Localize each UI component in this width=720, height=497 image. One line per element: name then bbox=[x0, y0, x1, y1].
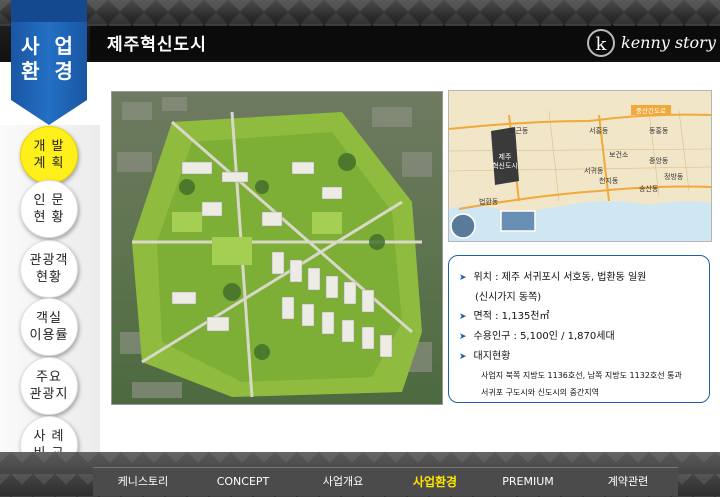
side-menu-development-plan[interactable]: 개 발 계 획 bbox=[20, 126, 78, 184]
side-menu-major-attractions[interactable]: 주요 관광지 bbox=[20, 357, 78, 415]
map-district-label: 천지동 bbox=[599, 176, 619, 185]
map-district-label: 보건소 bbox=[609, 150, 629, 159]
nav-tab-kennystory[interactable]: 케니스토리 bbox=[93, 467, 193, 496]
top-bar-pattern bbox=[0, 0, 720, 26]
side-menu-demographics[interactable]: 인 문 현 황 bbox=[20, 180, 78, 238]
info-population-row: ➤ 수용인구 : 5,100인 / 1,870세대 bbox=[459, 327, 701, 347]
map-district-label: 호근동 bbox=[509, 127, 529, 135]
aerial-rendering-image bbox=[111, 91, 443, 405]
map-district-label: 서홍동 bbox=[589, 126, 609, 135]
map-district-label: 송산동 bbox=[639, 184, 659, 193]
section-banner: 사 업 환 경 bbox=[11, 0, 87, 125]
info-location: 위치 : 제주 서귀포시 서호동, 법환동 일원 bbox=[473, 272, 647, 283]
bullet-arrow-icon: ➤ bbox=[459, 332, 467, 342]
section-label: 사 업 환 경 bbox=[21, 34, 77, 83]
info-population: 수용인구 : 5,100인 / 1,870세대 bbox=[473, 331, 615, 342]
nav-tab-business-environment[interactable]: 사업환경 bbox=[385, 467, 485, 496]
info-site-status-heading: 대지현황 bbox=[473, 351, 511, 362]
bullet-arrow-icon: ➤ bbox=[459, 312, 467, 322]
info-site-status-line2: 서귀포 구도시와 신도시의 중간지역 bbox=[481, 388, 600, 397]
bullet-arrow-icon: ➤ bbox=[459, 273, 467, 283]
map-district-label: 동홍동 bbox=[649, 126, 669, 135]
kenny-story-logo-icon[interactable]: k bbox=[587, 29, 615, 57]
kenny-story-logo-text[interactable]: kenny story bbox=[621, 33, 716, 52]
side-menu-room-occupancy[interactable]: 객실 이용률 bbox=[20, 298, 78, 356]
side-menu-tourist-status[interactable]: 관광객 현황 bbox=[20, 240, 78, 298]
nav-tab-concept[interactable]: CONCEPT bbox=[193, 467, 293, 496]
nav-tab-contract[interactable]: 계약관련 bbox=[578, 467, 678, 496]
info-area: 면적 : 1,135천㎡ bbox=[473, 311, 550, 322]
map-district-label: 법환동 bbox=[479, 197, 499, 206]
info-site-status-line1: 사업지 북쪽 지방도 1136호선, 남쪽 지방도 1132호선 통과 bbox=[481, 371, 682, 380]
page-title: 제주혁신도시 bbox=[107, 35, 207, 55]
project-info-box: ➤ 위치 : 제주 서귀포시 서호동, 법환동 일원 (신시가지 동쪽) ➤ 면적 … bbox=[448, 255, 710, 403]
info-site-status-row: ➤ 대지현황 bbox=[459, 347, 701, 367]
map-district-label: 서귀동 bbox=[584, 166, 604, 175]
bullet-arrow-icon: ➤ bbox=[459, 352, 467, 362]
info-location-row: ➤ 위치 : 제주 서귀포시 서호동, 법환동 일원 bbox=[459, 268, 701, 288]
location-map: 중산간도로 제주 혁신도시 호근동 서홍동 동홍동 법환동 서귀동 천지동 중앙동… bbox=[448, 90, 712, 242]
nav-tab-premium[interactable]: PREMIUM bbox=[478, 467, 578, 496]
map-district-label: 중앙동 bbox=[649, 157, 669, 165]
map-district-label: 정방동 bbox=[664, 172, 684, 181]
nav-tab-business-overview[interactable]: 사업개요 bbox=[293, 467, 393, 496]
info-location-sub: (신시가지 동쪽) bbox=[475, 292, 542, 303]
info-area-row: ➤ 면적 : 1,135천㎡ bbox=[459, 307, 701, 327]
map-top-road-label: 중산간도로 bbox=[636, 106, 666, 115]
